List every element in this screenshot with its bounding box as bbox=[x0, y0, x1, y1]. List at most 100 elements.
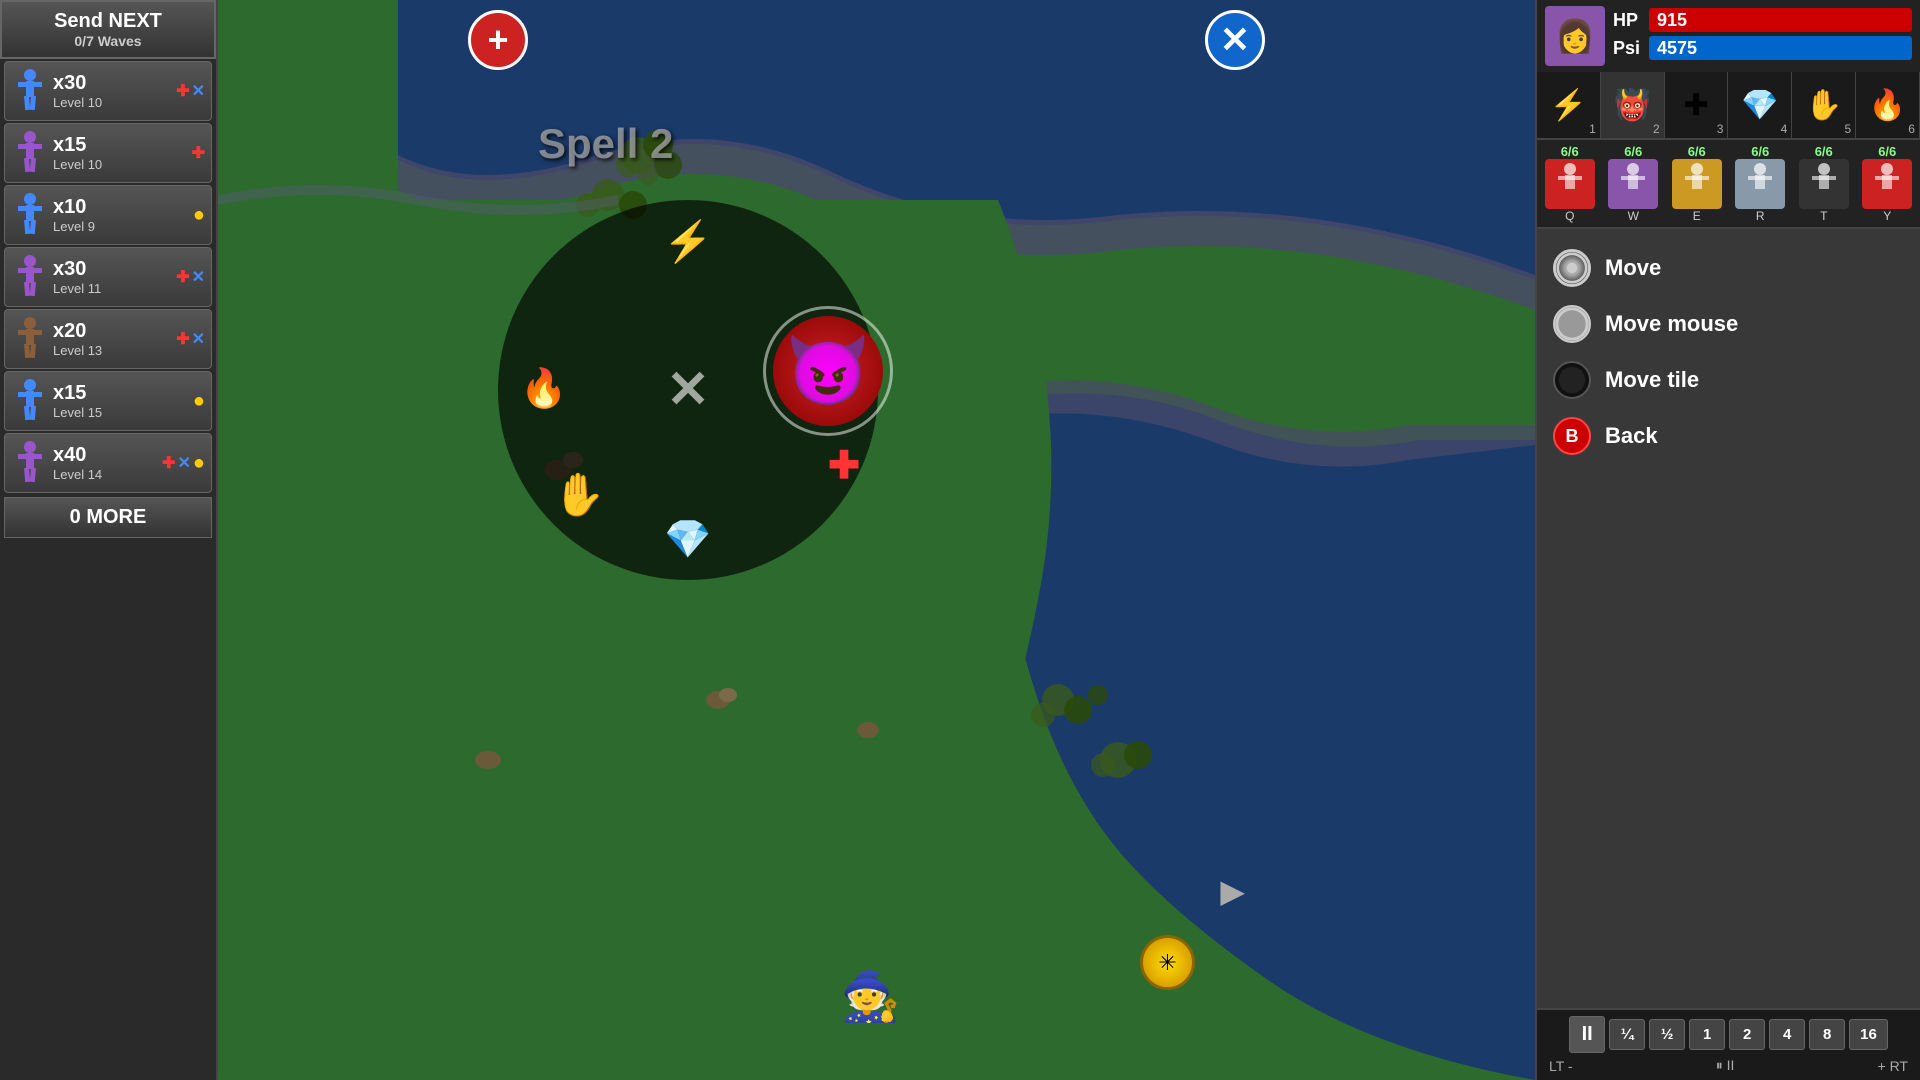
spell-slot-2[interactable]: 👹2 bbox=[1601, 72, 1665, 138]
unit-row[interactable]: x30Level 11✚✕ bbox=[4, 247, 212, 307]
speed-btn-[interactable]: ½ bbox=[1649, 1019, 1685, 1050]
speed-btn-[interactable]: ¼ bbox=[1609, 1019, 1645, 1050]
char-count: 6/6 bbox=[1624, 144, 1642, 159]
char-key: Q bbox=[1565, 209, 1574, 223]
char-slot-W[interactable]: 6/6W bbox=[1603, 144, 1665, 223]
unit-badge: ✚ bbox=[192, 143, 205, 163]
char-slot-Y[interactable]: 6/6 Y bbox=[1857, 144, 1919, 223]
send-next-label: Send NEXT bbox=[6, 10, 210, 33]
unit-icon bbox=[11, 66, 49, 116]
add-button[interactable]: + bbox=[468, 10, 528, 70]
unit-row[interactable]: x40Level 14✚✕● bbox=[4, 433, 212, 493]
spell-slot-symbol: 💎 bbox=[1741, 88, 1778, 123]
spell-lightning[interactable]: ⚡ bbox=[663, 218, 713, 265]
spell-slot-key: 5 bbox=[1844, 122, 1851, 136]
spell-crystal[interactable]: 💎 bbox=[664, 518, 711, 562]
char-slots-row: 6/6Q6/6W6/6E6/6R6/6T6/6Y bbox=[1537, 140, 1920, 229]
spell-slot-symbol: ⚡ bbox=[1550, 88, 1587, 123]
spell-fireball[interactable]: 🔥 bbox=[520, 367, 567, 411]
hp-row: HP 915 bbox=[1613, 8, 1912, 32]
char-count: 6/6 bbox=[1751, 144, 1769, 159]
send-next-button[interactable]: Send NEXT 0/7 Waves bbox=[0, 0, 216, 59]
radial-center-x[interactable]: ✕ bbox=[666, 360, 710, 420]
menu-item-move[interactable]: Move bbox=[1553, 249, 1904, 287]
speed-btn-16[interactable]: 16 bbox=[1849, 1019, 1888, 1050]
waves-label: 0/7 Waves bbox=[6, 33, 210, 49]
unit-row[interactable]: x30Level 10✚✕ bbox=[4, 61, 212, 121]
menu-item-icon: B bbox=[1553, 417, 1591, 455]
char-key: R bbox=[1756, 209, 1765, 223]
psi-label: Psi bbox=[1613, 38, 1649, 59]
spell-slot-symbol: ✚ bbox=[1684, 88, 1709, 123]
unit-icon bbox=[11, 376, 49, 426]
char-count: 6/6 bbox=[1561, 144, 1579, 159]
spell-hand[interactable]: ✋ bbox=[553, 471, 605, 520]
menu-item-label: Back bbox=[1605, 423, 1658, 449]
menu-item-icon bbox=[1553, 305, 1591, 343]
unit-row[interactable]: x15Level 10✚ bbox=[4, 123, 212, 183]
spell-health[interactable]: ✚ bbox=[828, 443, 860, 488]
char-key: Y bbox=[1883, 209, 1891, 223]
char-slot-E[interactable]: 6/6E bbox=[1666, 144, 1728, 223]
unit-row[interactable]: x10Level 9● bbox=[4, 185, 212, 245]
unit-count: x20 bbox=[53, 320, 172, 343]
right-panel: 👩 HP 915 Psi 4575 ⚡1👹2✚3💎4✋5🔥6 bbox=[1535, 0, 1920, 1080]
player-character: 🧙 bbox=[841, 968, 901, 1025]
char-slot-R[interactable]: 6/6 R bbox=[1730, 144, 1792, 223]
char-count: 6/6 bbox=[1815, 144, 1833, 159]
speed-btn-2[interactable]: 2 bbox=[1729, 1019, 1765, 1050]
spell-slot-key: 3 bbox=[1717, 122, 1724, 136]
unit-level: Level 9 bbox=[53, 219, 189, 234]
spell-slot-6[interactable]: 🔥6 bbox=[1856, 72, 1920, 138]
menu-item-label: Move tile bbox=[1605, 367, 1699, 393]
unit-badge: ● bbox=[193, 452, 205, 475]
unit-icon bbox=[11, 252, 49, 302]
speed-btn-II[interactable]: II bbox=[1569, 1016, 1605, 1053]
spell-slot-key: 2 bbox=[1653, 122, 1660, 136]
unit-row[interactable]: x20Level 13✚✕ bbox=[4, 309, 212, 369]
unit-count: x30 bbox=[53, 258, 172, 281]
psi-value: 4575 bbox=[1657, 38, 1697, 59]
unit-icon bbox=[11, 438, 49, 488]
rt-label: + RT bbox=[1878, 1058, 1908, 1074]
context-menu: Move Move mouse Move tile B Back bbox=[1537, 229, 1920, 1008]
spell-slot-key: 6 bbox=[1908, 122, 1915, 136]
spell-slots-row: ⚡1👹2✚3💎4✋5🔥6 bbox=[1537, 72, 1920, 140]
spell-slot-symbol: 🔥 bbox=[1869, 88, 1906, 123]
menu-item-label: Move bbox=[1605, 255, 1661, 281]
psi-bar: 4575 bbox=[1649, 36, 1912, 60]
menu-item-move-tile[interactable]: Move tile bbox=[1553, 361, 1904, 399]
unit-list: x30 Level 10 ✚ ✕ x15 Level 10 ✚ x10Level 9●x30L… bbox=[0, 59, 216, 495]
unit-level: Level 11 bbox=[53, 281, 172, 296]
unit-count: x15 bbox=[53, 382, 189, 405]
stat-bars: HP 915 Psi 4575 bbox=[1613, 8, 1912, 64]
close-button[interactable]: ✕ bbox=[1205, 10, 1265, 70]
char-slot-Q[interactable]: 6/6 Q bbox=[1539, 144, 1601, 223]
unit-badge: ✕ bbox=[178, 453, 191, 473]
spell-slot-4[interactable]: 💎4 bbox=[1728, 72, 1792, 138]
avatar: 👩 bbox=[1545, 6, 1605, 66]
unit-row[interactable]: x15Level 15● bbox=[4, 371, 212, 431]
menu-item-back[interactable]: B Back bbox=[1553, 417, 1904, 455]
spell-slot-3[interactable]: ✚3 bbox=[1665, 72, 1729, 138]
bottom-controls: II¼½124816 LT - ⏸ II + RT bbox=[1537, 1008, 1920, 1080]
spell-demon[interactable]: 😈 bbox=[763, 306, 893, 436]
char-slot-T[interactable]: 6/6T bbox=[1793, 144, 1855, 223]
menu-item-move-mouse[interactable]: Move mouse bbox=[1553, 305, 1904, 343]
spell-slot-1[interactable]: ⚡1 bbox=[1537, 72, 1601, 138]
unit-level: Level 10 bbox=[53, 157, 188, 172]
unit-level: Level 10 bbox=[53, 95, 172, 110]
psi-row: Psi 4575 bbox=[1613, 36, 1912, 60]
unit-badge: ✚ bbox=[176, 81, 189, 101]
spell-slot-5[interactable]: ✋5 bbox=[1792, 72, 1856, 138]
speed-btn-1[interactable]: 1 bbox=[1689, 1019, 1725, 1050]
pause-group: ⏸ II bbox=[1716, 1057, 1735, 1074]
char-count: 6/6 bbox=[1878, 144, 1896, 159]
unit-count: x40 bbox=[53, 444, 158, 467]
game-map: + ✕ Spell 2 ⚡ 🔥 😈 ✋ 💎 ✚ ✕ bbox=[218, 0, 1535, 1080]
hp-value: 915 bbox=[1657, 10, 1687, 31]
speed-btn-4[interactable]: 4 bbox=[1769, 1019, 1805, 1050]
left-sidebar: Send NEXT 0/7 Waves x30Level 10✚✕x15Leve… bbox=[0, 0, 218, 1080]
left-trigger-group: LT - bbox=[1549, 1058, 1573, 1074]
speed-btn-8[interactable]: 8 bbox=[1809, 1019, 1845, 1050]
